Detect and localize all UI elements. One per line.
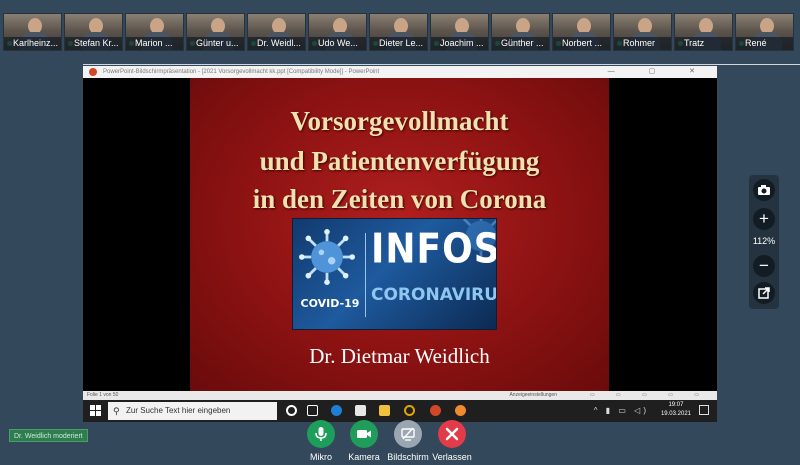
screen-share-button[interactable]: Bildschirm xyxy=(383,420,433,462)
cortana-icon[interactable] xyxy=(286,405,297,416)
participant-name: Dr. Weidl... xyxy=(248,37,305,50)
notification-icon[interactable] xyxy=(699,405,709,415)
windows-start-icon[interactable] xyxy=(90,405,101,416)
moderator-badge: Dr. Weidlich moderiert xyxy=(9,429,88,442)
participant-tile[interactable]: Dr. Weidl... xyxy=(247,13,306,51)
window-controls[interactable]: — ▢ ✕ xyxy=(608,66,711,78)
slide-author: Dr. Dietmar Weidlich xyxy=(309,344,490,368)
leave-button[interactable]: Verlassen xyxy=(427,420,477,462)
participant-tile[interactable]: Joachim ... xyxy=(430,13,489,51)
participant-name: Stefan Kr... xyxy=(65,37,122,50)
participant-name: Günther ... xyxy=(492,37,549,50)
app-orange-icon[interactable] xyxy=(455,405,466,416)
coronavirus-label: CORONAVIRUS xyxy=(371,285,497,305)
participant-tile[interactable]: Rohmer xyxy=(613,13,672,51)
participant-name: Joachim ... xyxy=(431,37,488,50)
participant-name: Dieter Le... xyxy=(370,37,427,50)
screen-share-off-icon xyxy=(401,427,415,441)
edge-browser-icon[interactable] xyxy=(331,405,342,416)
window-titlebar: PowerPoint-Bildschirmpräsentation - [202… xyxy=(83,66,717,78)
task-view-icon[interactable] xyxy=(307,405,318,416)
external-link-icon xyxy=(758,287,770,299)
screenshot-button[interactable] xyxy=(753,179,775,201)
slide-title-line-1: Vorsorgevollmacht xyxy=(290,106,509,136)
presentation-slide: Vorsorgevollmacht und Patientenverfügung… xyxy=(190,78,609,391)
participant-name: Rohmer xyxy=(614,37,671,50)
powerpoint-status-bar: Folie 1 von 50 Anzeigeeinstellungen ▭ ▭ … xyxy=(83,391,717,400)
participant-name: Günter u... xyxy=(187,37,244,50)
camera-icon xyxy=(758,185,770,195)
zoom-panel: + 112% − xyxy=(749,175,779,309)
slide-counter: Folie 1 von 50 xyxy=(87,392,119,398)
leave-button-circle[interactable] xyxy=(438,420,466,448)
screen-share-label: Bildschirm xyxy=(387,452,429,462)
view-mode-icons[interactable]: ▭ ▭ ▭ ▭ ▭ xyxy=(590,391,709,400)
app-ring-icon[interactable] xyxy=(404,405,415,416)
search-icon: ⚲ xyxy=(113,406,120,416)
participant-tile[interactable]: Norbert ... xyxy=(552,13,611,51)
participant-name: Udo We... xyxy=(309,37,366,50)
participant-name: Tratz xyxy=(675,37,732,50)
camera-button[interactable]: Kamera xyxy=(339,420,389,462)
screen-share-button-circle[interactable] xyxy=(394,420,422,448)
participant-tile[interactable]: Stefan Kr... xyxy=(64,13,123,51)
participant-tile[interactable]: Udo We... xyxy=(308,13,367,51)
camera-button-circle[interactable] xyxy=(350,420,378,448)
zoom-in-button[interactable]: + xyxy=(753,208,775,230)
image-separator xyxy=(365,233,366,317)
divider xyxy=(83,64,800,65)
clock-time: 19:07 xyxy=(668,402,684,408)
mic-button-circle[interactable] xyxy=(307,420,335,448)
participant-tile[interactable]: Marion ... xyxy=(125,13,184,51)
covid-19-label: COVID-19 xyxy=(300,297,360,310)
powerpoint-icon[interactable] xyxy=(430,405,441,416)
participant-tile[interactable]: Tratz xyxy=(674,13,733,51)
system-tray-icons[interactable]: ^ ▮ ▭ ◁) xyxy=(594,406,649,415)
taskbar-clock[interactable]: 19:07 19.03.2021 xyxy=(661,401,691,419)
clock-date: 19.03.2021 xyxy=(660,411,691,417)
shared-screen-window: PowerPoint-Bildschirmpräsentation - [202… xyxy=(83,66,717,422)
store-icon[interactable] xyxy=(355,405,366,416)
virus-icon xyxy=(299,229,355,285)
corona-infos-image: COVID-19 INFOS CORONAVIRUS xyxy=(292,218,497,330)
participant-tile[interactable]: Günther ... xyxy=(491,13,550,51)
zoom-out-button[interactable]: − xyxy=(753,255,775,277)
leave-label: Verlassen xyxy=(432,452,472,462)
participant-name: Marion ... xyxy=(126,37,183,50)
slide-title-line-3: in den Zeiten von Corona xyxy=(252,184,547,214)
powerpoint-logo-icon xyxy=(89,68,97,76)
slide-title-line-2: und Patientenverfügung xyxy=(259,146,540,176)
microphone-icon xyxy=(315,427,327,441)
participant-name: Karlheinz... xyxy=(4,37,61,50)
window-title: PowerPoint-Bildschirmpräsentation - [202… xyxy=(103,69,380,75)
participant-tile[interactable]: Dieter Le... xyxy=(369,13,428,51)
camera-label: Kamera xyxy=(348,452,380,462)
display-settings-button[interactable]: Anzeigeeinstellungen xyxy=(509,391,557,400)
participant-strip: Karlheinz... Stefan Kr... Marion ... Günter… xyxy=(0,13,800,51)
file-explorer-icon[interactable] xyxy=(379,405,390,416)
taskbar-search-placeholder: Zur Suche Text hier eingeben xyxy=(126,406,231,415)
windows-taskbar: ⚲ Zur Suche Text hier eingeben ^ ▮ ▭ ◁) … xyxy=(83,400,717,422)
popout-button[interactable] xyxy=(753,282,775,304)
close-icon xyxy=(445,427,459,441)
participant-tile[interactable]: Karlheinz... xyxy=(3,13,62,51)
participant-tile[interactable]: René xyxy=(735,13,794,51)
participant-name: Norbert ... xyxy=(553,37,610,50)
zoom-level: 112% xyxy=(752,236,776,246)
taskbar-search-input[interactable]: ⚲ Zur Suche Text hier eingeben xyxy=(108,402,277,420)
participant-name: René xyxy=(736,37,793,50)
participant-tile[interactable]: Günter u... xyxy=(186,13,245,51)
slide-area: Vorsorgevollmacht und Patientenverfügung… xyxy=(83,78,717,391)
video-camera-icon xyxy=(357,430,371,438)
infos-label: INFOS xyxy=(371,225,497,274)
